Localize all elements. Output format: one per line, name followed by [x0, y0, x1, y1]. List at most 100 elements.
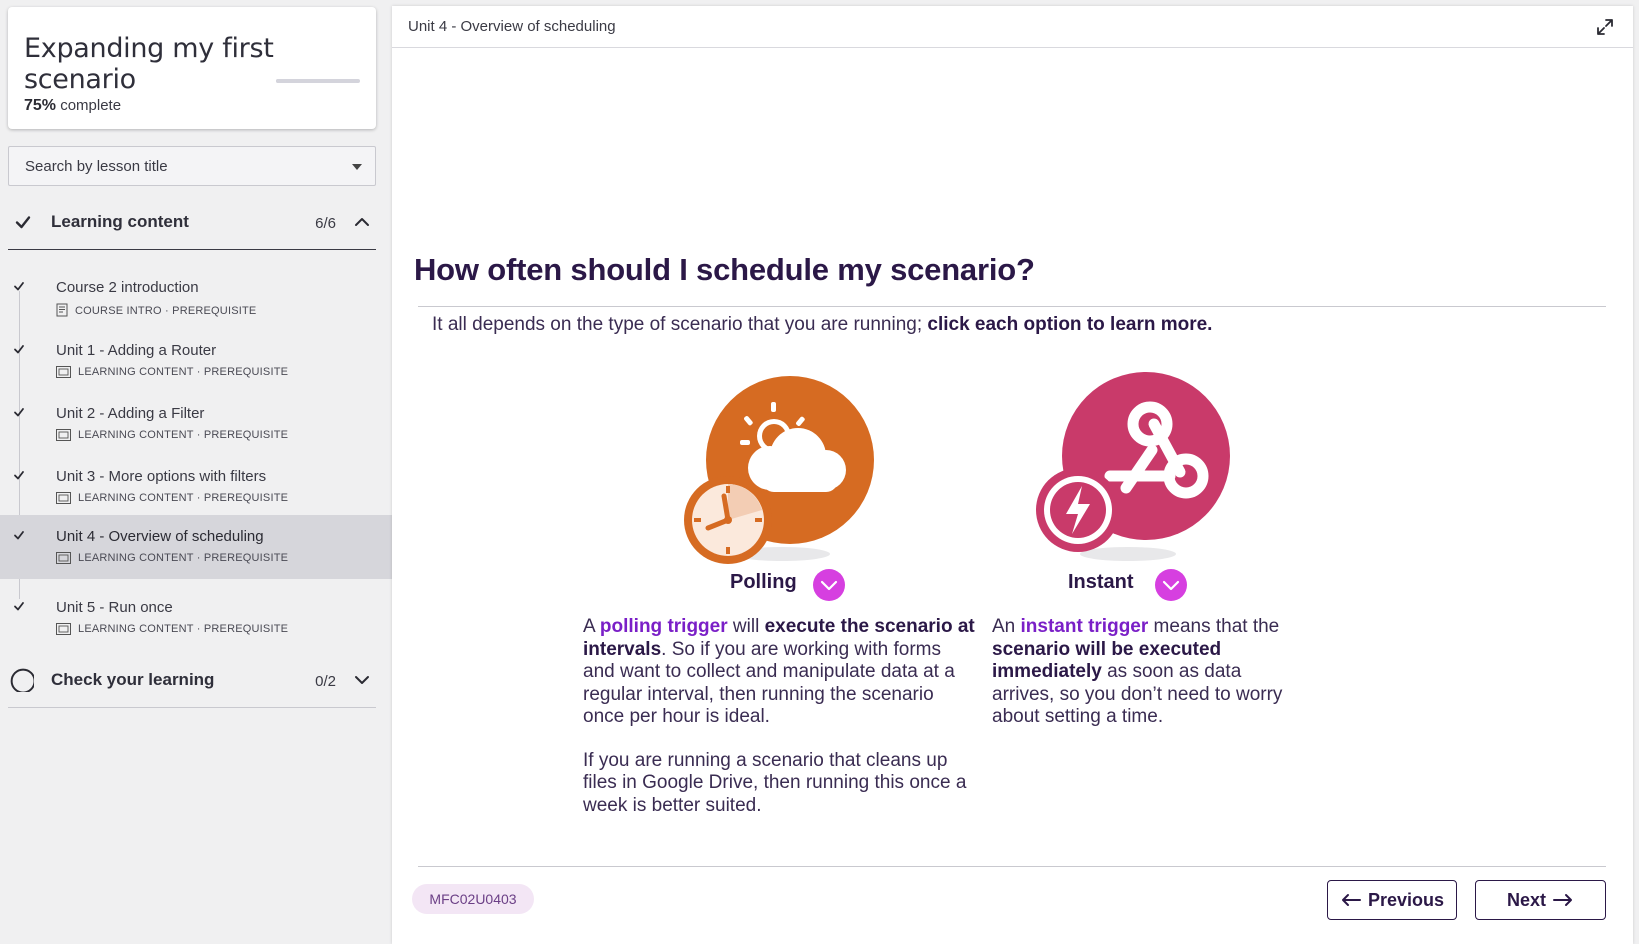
lesson-heading: How often should I schedule my scenario? [414, 252, 1035, 287]
lesson-title: Unit 2 - Adding a Filter [56, 405, 205, 422]
lesson-meta: COURSE INTRO · PREREQUISITE [56, 303, 256, 317]
intro-instruction: click each option to learn more. [927, 314, 1213, 335]
lesson-tag: PREREQUISITE [203, 623, 289, 635]
instant-webhook-lightning-icon[interactable] [1030, 372, 1230, 572]
lesson-type: LEARNING CONTENT [78, 492, 194, 504]
meta-separator: · [196, 492, 201, 504]
check-icon [14, 531, 24, 540]
lesson-meta: LEARNING CONTENT · PREREQUISITE [56, 429, 288, 441]
chevron-up-icon[interactable] [352, 212, 372, 232]
expand-instant-button[interactable] [1155, 569, 1187, 601]
meta-separator: · [196, 429, 201, 441]
section-count: 0/2 [315, 673, 336, 690]
caret-down-icon [352, 164, 362, 170]
lesson-title: Course 2 introduction [56, 279, 199, 296]
lesson-tag: PREREQUISITE [203, 492, 289, 504]
course-progress-card: Expanding my first scenario 75% complete [8, 7, 376, 129]
expand-fullscreen-icon[interactable] [1595, 17, 1615, 37]
check-icon [14, 471, 24, 480]
meta-separator: · [165, 305, 169, 317]
text-run: will [727, 616, 765, 637]
document-icon [56, 303, 68, 317]
polling-clock-cloud-icon[interactable] [674, 372, 874, 572]
lesson-type: LEARNING CONTENT [78, 429, 194, 441]
lesson-item[interactable]: Course 2 introduction COURSE INTRO · PRE… [0, 271, 392, 335]
lesson-item[interactable]: Unit 1 - Adding a Router LEARNING CONTEN… [0, 334, 392, 398]
chevron-down-icon[interactable] [352, 670, 372, 690]
lesson-tag: PREREQUISITE [203, 366, 289, 378]
slides-icon [56, 552, 71, 564]
lesson-item-active[interactable]: Unit 4 - Overview of scheduling LEARNING… [0, 515, 392, 579]
slides-icon [56, 623, 71, 635]
section-title: Learning content [51, 212, 189, 231]
progress-bar-fill [276, 79, 339, 83]
check-icon [14, 282, 24, 291]
meta-separator: · [196, 552, 201, 564]
lesson-code-badge: MFC02U0403 [412, 884, 534, 914]
section-learning-content[interactable]: Learning content 6/6 [8, 196, 376, 250]
option-label-polling: Polling [730, 571, 797, 593]
arrow-left-icon [1341, 894, 1361, 906]
breadcrumb: Unit 4 - Overview of scheduling [408, 18, 616, 35]
lesson-title: Unit 1 - Adding a Router [56, 342, 217, 359]
lesson-content-pane: Unit 4 - Overview of scheduling How ofte… [392, 6, 1633, 944]
expand-polling-button[interactable] [813, 569, 845, 601]
lesson-search-placeholder: Search by lesson title [25, 158, 168, 175]
divider [418, 866, 1606, 867]
slides-icon [56, 429, 71, 441]
progress-bar [276, 79, 360, 83]
lesson-search-select[interactable]: Search by lesson title [8, 146, 376, 186]
check-icon [14, 345, 24, 354]
chevron-down-icon [820, 580, 838, 591]
progress-suffix: complete [60, 97, 122, 114]
slides-icon [56, 492, 71, 504]
lesson-title: Unit 3 - More options with filters [56, 468, 267, 485]
chevron-down-icon [1162, 580, 1180, 591]
progress-text: 75% complete [24, 97, 121, 115]
text-run: means that the [1148, 616, 1280, 637]
course-sidebar: Expanding my first scenario 75% complete… [0, 0, 392, 944]
section-title: Check your learning [51, 670, 215, 689]
lesson-tag: PREREQUISITE [172, 305, 257, 317]
empty-circle-icon [10, 668, 34, 692]
lesson-topbar: Unit 4 - Overview of scheduling [392, 6, 1633, 48]
next-label: Next [1506, 889, 1546, 910]
lesson-item[interactable]: Unit 2 - Adding a Filter LEARNING CONTEN… [0, 397, 392, 461]
instant-paragraph-1: An instant trigger means that the scenar… [992, 616, 1292, 729]
polling-paragraph-1: A polling trigger will execute the scena… [583, 616, 975, 729]
lesson-meta: LEARNING CONTENT · PREREQUISITE [56, 623, 288, 635]
meta-separator: · [196, 366, 201, 378]
text-run: A [583, 616, 600, 637]
lesson-type: COURSE INTRO [75, 305, 162, 317]
text-run: An [992, 616, 1021, 637]
next-button[interactable]: Next [1475, 880, 1606, 920]
lesson-intro: It all depends on the type of scenario t… [432, 314, 1212, 336]
polling-description: A polling trigger will execute the scena… [583, 616, 975, 817]
option-label-instant: Instant [1068, 571, 1134, 593]
previous-label: Previous [1367, 889, 1445, 910]
polling-paragraph-2: If you are running a scenario that clean… [583, 749, 967, 816]
section-check-your-learning[interactable]: Check your learning 0/2 [8, 654, 376, 708]
previous-button[interactable]: Previous [1327, 880, 1457, 920]
lesson-meta: LEARNING CONTENT · PREREQUISITE [56, 552, 288, 564]
lesson-tag: PREREQUISITE [203, 552, 289, 564]
check-icon [15, 216, 31, 229]
polling-trigger-term: polling trigger [599, 616, 728, 637]
lesson-type: LEARNING CONTENT [78, 552, 194, 564]
lesson-meta: LEARNING CONTENT · PREREQUISITE [56, 492, 288, 504]
intro-text: It all depends on the type of scenario t… [432, 314, 928, 335]
lesson-title: Unit 5 - Run once [56, 599, 173, 616]
arrow-right-icon [1553, 894, 1572, 906]
section-count: 6/6 [315, 215, 336, 232]
lesson-tag: PREREQUISITE [203, 429, 289, 441]
lesson-item[interactable]: Unit 5 - Run once LEARNING CONTENT · PRE… [0, 591, 392, 655]
check-icon [14, 408, 24, 417]
progress-percent: 75% [24, 97, 57, 114]
lesson-meta: LEARNING CONTENT · PREREQUISITE [56, 366, 288, 378]
instant-description: An instant trigger means that the scenar… [992, 616, 1292, 729]
slides-icon [56, 366, 71, 378]
divider [418, 306, 1606, 307]
check-icon [14, 602, 24, 611]
lesson-type: LEARNING CONTENT [78, 623, 194, 635]
course-title: Expanding my first scenario [24, 33, 274, 95]
